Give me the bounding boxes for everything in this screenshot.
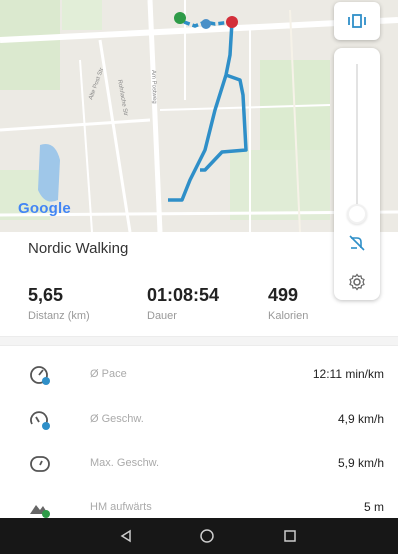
stat-duration: 01:08:54 Dauer (147, 285, 219, 322)
detail-row-max-speed: Max. Geschw. 5,9 km/h (0, 442, 398, 486)
detail-label: Ø Geschw. (90, 413, 144, 425)
start-marker[interactable] (174, 12, 186, 24)
end-marker[interactable] (226, 16, 238, 28)
detail-value: 4,9 km/h (337, 412, 384, 426)
stat-label: Dauer (147, 310, 177, 322)
view-layer-button[interactable] (334, 2, 380, 40)
home-circle-icon (200, 529, 214, 543)
map-road (79, 59, 93, 232)
gear-icon (349, 273, 365, 291)
activity-title: Nordic Walking (28, 240, 129, 257)
elevation-up-icon (30, 505, 50, 518)
stat-distance: 5,65 Distanz (km) (28, 285, 90, 322)
settings-button[interactable] (342, 267, 372, 297)
detail-row-avg-speed: Ø Geschw. 4,9 km/h (0, 398, 398, 442)
stat-calories: 499 Kalorien (268, 285, 308, 322)
road-label: Rohrlache Str (116, 79, 128, 116)
map-control-panel (334, 48, 380, 300)
stat-label: Distanz (km) (28, 310, 90, 322)
detail-row-pace: Ø Pace 12:11 min/km (0, 353, 398, 397)
section-divider (0, 336, 398, 346)
route-toggle-button[interactable] (342, 228, 372, 258)
detail-value: 12:11 min/km (312, 367, 384, 381)
recents-square-icon (284, 530, 296, 542)
back-button[interactable] (113, 524, 139, 548)
max-speed-gauge-icon (30, 456, 50, 472)
map-park (0, 0, 60, 90)
map-road (98, 39, 132, 232)
route-toggle-icon (349, 235, 365, 251)
detail-label: Max. Geschw. (90, 457, 160, 469)
speed-gauge-icon (30, 411, 50, 430)
road-label: Am Postweg (150, 70, 157, 104)
detail-value: 5 m (363, 500, 384, 514)
view-carousel-icon (348, 14, 366, 28)
road-label: Alte Post Str (88, 67, 105, 100)
stat-value: 5,65 (28, 285, 64, 305)
zoom-slider-track[interactable] (356, 64, 358, 214)
stat-value: 01:08:54 (147, 285, 220, 305)
back-triangle-icon (120, 529, 131, 543)
google-attribution: Google (18, 200, 71, 217)
detail-value: 5,9 km/h (337, 456, 384, 470)
recents-button[interactable] (277, 524, 303, 548)
stat-label: Kalorien (268, 310, 309, 322)
map-water (38, 144, 60, 202)
stat-value: 499 (268, 285, 299, 305)
zoom-slider-thumb[interactable] (347, 204, 367, 224)
pace-gauge-icon (30, 366, 50, 385)
google-logo-text: Google (18, 200, 71, 217)
detail-label: HM aufwärts (90, 501, 152, 513)
map-park (62, 0, 102, 30)
detail-label: Ø Pace (90, 368, 127, 380)
map-park (230, 150, 330, 220)
waypoint-marker (201, 19, 211, 29)
home-button[interactable] (194, 524, 220, 548)
route-line (168, 21, 234, 202)
map-road (0, 118, 151, 132)
system-navigation-bar (0, 518, 398, 554)
